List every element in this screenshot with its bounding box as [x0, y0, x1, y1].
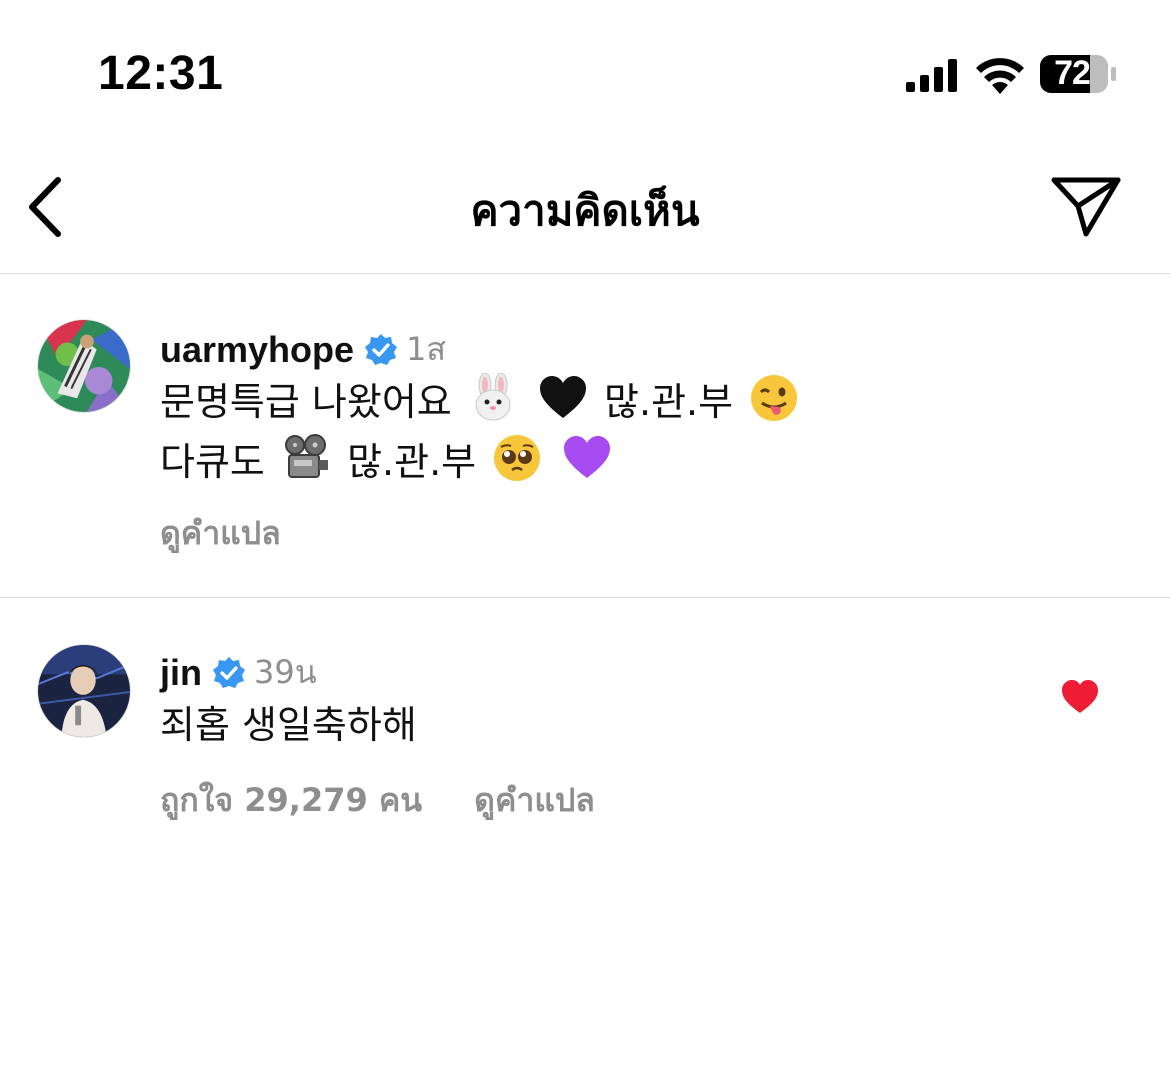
avatar[interactable] — [37, 644, 131, 738]
comment-item: jin 39น 죄홉 생일축하해 ถูกใจ 29,279 คน ดูคำแปล — [0, 599, 1170, 899]
comment-meta: ดูคำแปล — [160, 508, 281, 559]
comment-header: jin 39น — [160, 647, 317, 698]
battery-percent: 72 — [1054, 53, 1091, 92]
comment-line: 다큐도 많.관.부 — [160, 432, 803, 492]
rabbit-face-emoji — [475, 373, 511, 421]
pleading-face-emoji — [494, 435, 541, 481]
comment-age: 1ส — [406, 330, 446, 368]
comment-text-segment: 다큐도 — [160, 440, 265, 484]
status-time: 12:31 — [98, 47, 224, 100]
winking-tongue-emoji — [751, 375, 798, 421]
share-button[interactable] — [1048, 174, 1122, 240]
film-projector-emoji — [284, 434, 328, 478]
comment-text: 문명특급 나왔어요 많.관.부 다큐도 많.관.부 — [160, 372, 803, 492]
black-heart-emoji — [539, 376, 586, 418]
purple-heart-emoji — [564, 436, 611, 478]
comment-line: 문명특급 나왔어요 많.관.부 — [160, 372, 803, 432]
wifi-icon — [976, 58, 1024, 94]
page-title: ความคิดเห็น — [470, 186, 700, 235]
comment-username[interactable]: jin — [160, 652, 202, 694]
like-button[interactable] — [1060, 679, 1100, 715]
comment-item: uarmyhope 1ส 문명특급 나왔어요 많.관.부 다큐도 많.관.부 ด… — [0, 274, 1170, 598]
comment-text-segment: 많.관.부 — [347, 440, 477, 484]
see-translation-button[interactable]: ดูคำแปล — [474, 775, 595, 826]
see-translation-button[interactable]: ดูคำแปล — [160, 508, 281, 559]
comments-header: ความคิดเห็น — [0, 140, 1170, 274]
heart-icon — [1062, 680, 1098, 713]
cellular-signal-icon — [906, 59, 957, 92]
comment-username[interactable]: uarmyhope — [160, 329, 354, 371]
likes-count-button[interactable]: ถูกใจ 29,279 คน — [160, 775, 422, 826]
comment-meta: ถูกใจ 29,279 คน ดูคำแปล — [160, 775, 595, 826]
paper-plane-icon — [1051, 177, 1121, 237]
comment-age: 39น — [254, 653, 317, 691]
comment-header: uarmyhope 1ส — [160, 324, 446, 375]
avatar[interactable] — [37, 319, 131, 413]
comment-text-segment: 많.관.부 — [604, 380, 734, 424]
comment-text: 죄홉 생일축하해 — [160, 703, 417, 747]
verified-badge-icon — [213, 656, 245, 688]
comment-text-segment: 문명특급 나왔어요 — [160, 380, 452, 424]
status-bar: 12:31 72 — [0, 0, 1170, 140]
verified-badge-icon — [365, 333, 398, 365]
